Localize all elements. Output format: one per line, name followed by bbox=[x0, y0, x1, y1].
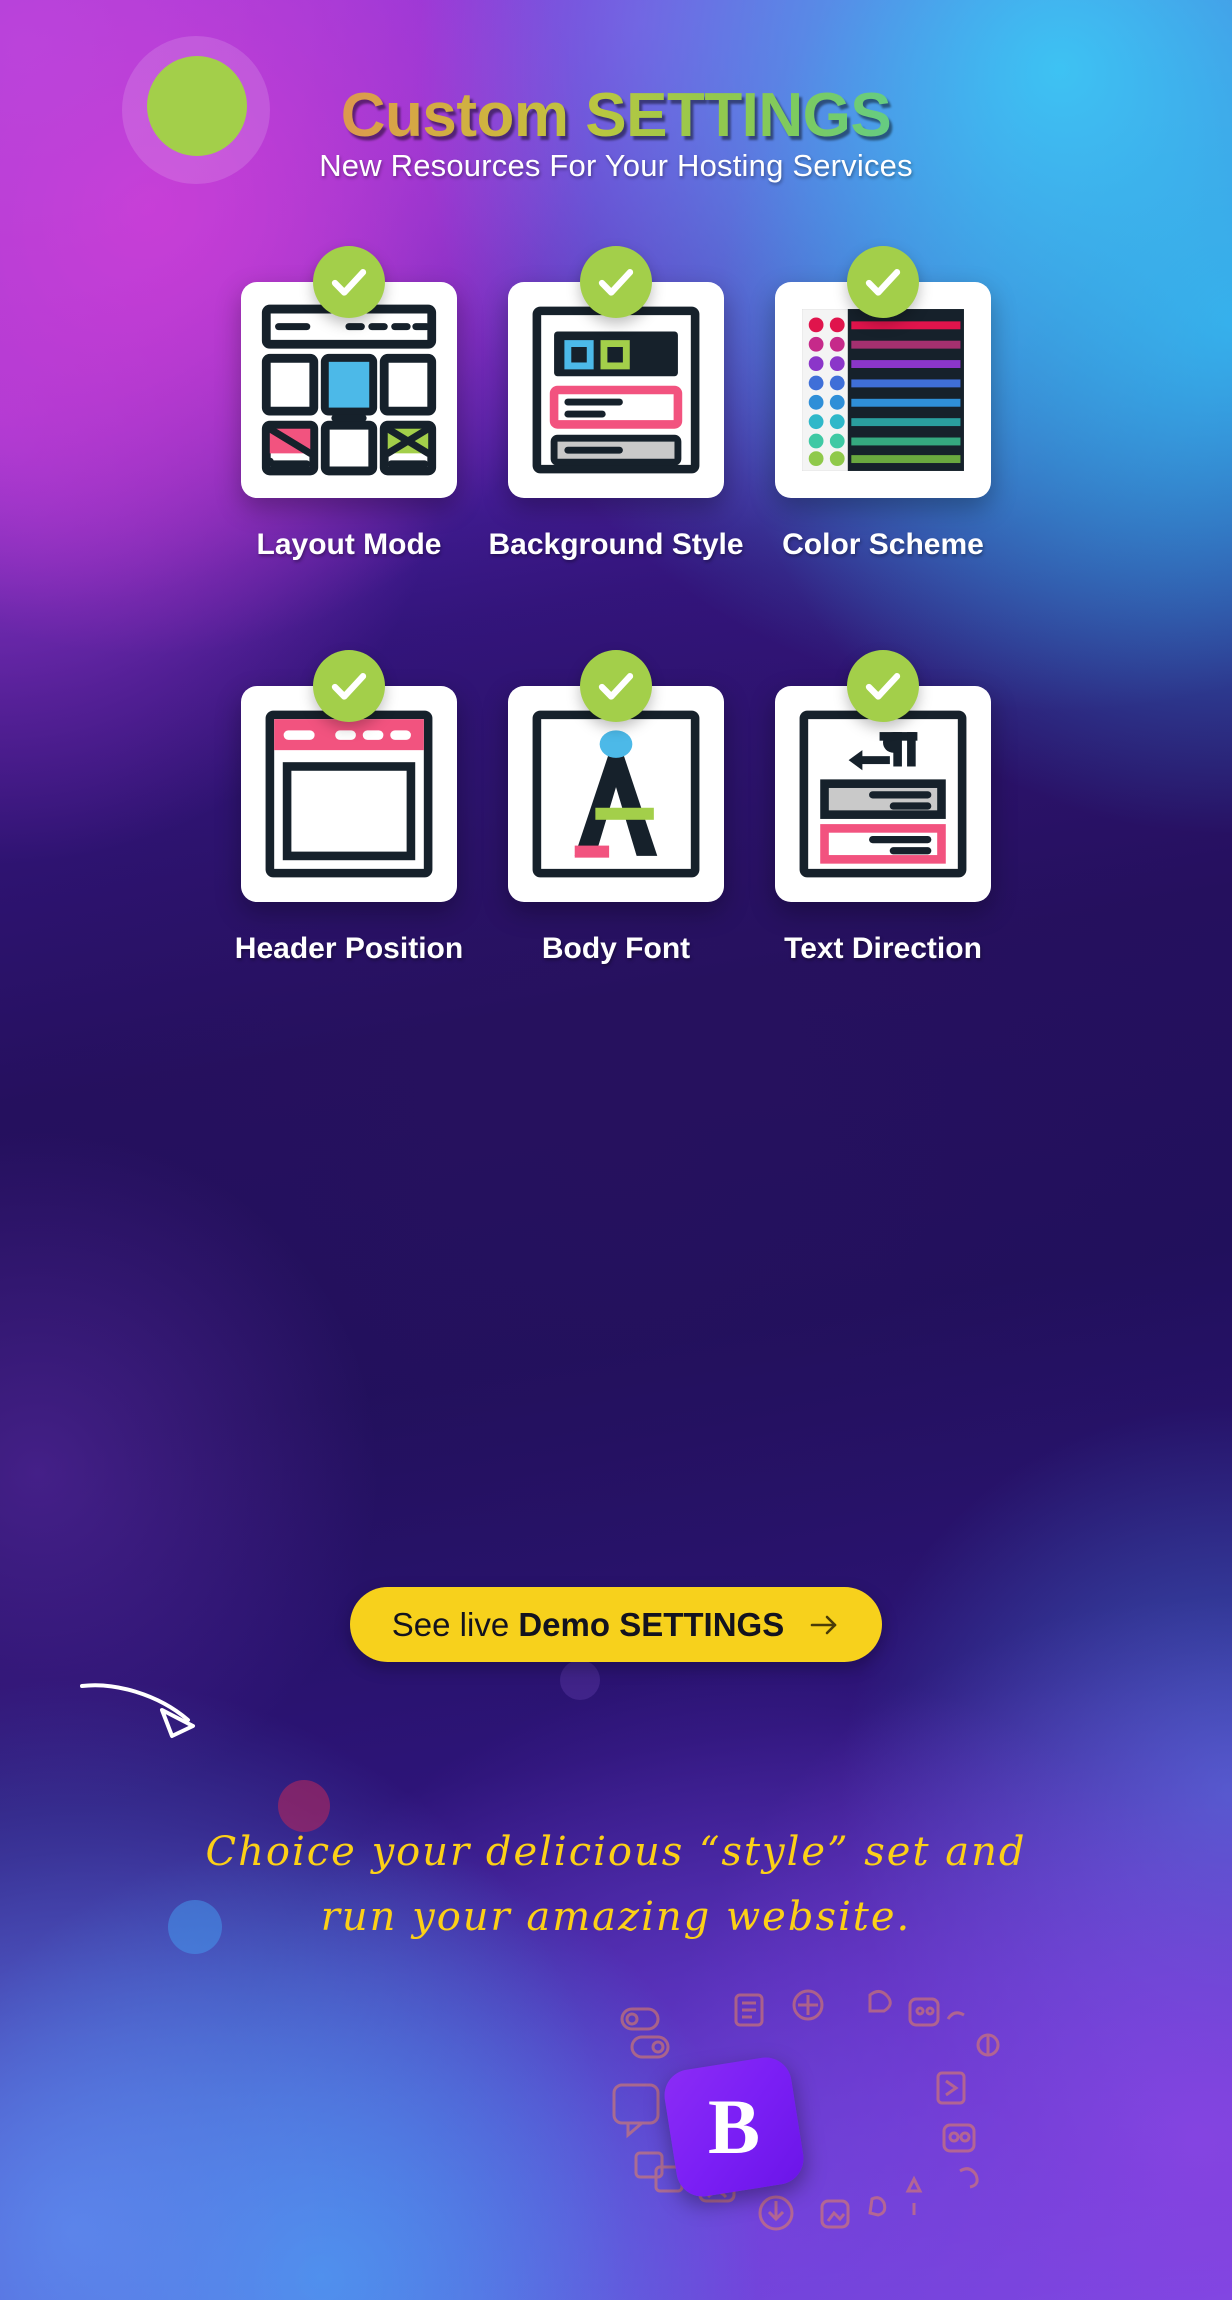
feature-item-color-scheme[interactable]: Color Scheme bbox=[750, 246, 1017, 562]
background-image-icon bbox=[532, 306, 700, 474]
cta-label-bold: Demo SETTINGS bbox=[518, 1605, 785, 1643]
feature-label: Color Scheme bbox=[782, 528, 984, 561]
logo-cluster: B bbox=[608, 1985, 1008, 2285]
curved-arrow-icon bbox=[80, 1683, 195, 1738]
bootstrap-logo: B bbox=[660, 2053, 808, 2201]
header-position-card[interactable] bbox=[241, 650, 457, 902]
logo-letter: B bbox=[707, 2083, 761, 2170]
feature-label: Body Font bbox=[541, 932, 691, 965]
page-title-part1: Custom bbox=[340, 81, 569, 150]
feature-item-body-font[interactable]: Body Font bbox=[483, 650, 750, 966]
feature-label: Background Style bbox=[488, 528, 744, 561]
page-subtitle: New Resources For Your Hosting Services bbox=[319, 148, 913, 183]
feature-item-layout-mode[interactable]: Layout Mode bbox=[216, 246, 483, 562]
handwritten-note: Choice your delicious “style” set and ru… bbox=[0, 1820, 1232, 1950]
cta-container: See live Demo SETTINGS bbox=[0, 1587, 1232, 1662]
check-icon bbox=[598, 673, 634, 700]
handwritten-note-line2: run your amazing website. bbox=[320, 1893, 912, 1940]
check-icon bbox=[331, 673, 367, 700]
check-badge bbox=[847, 246, 919, 318]
feature-row-2: Header Position Body Font Text Direction bbox=[0, 562, 1232, 966]
background-style-card[interactable] bbox=[508, 246, 724, 498]
header-bar-icon bbox=[265, 710, 433, 878]
arrow-right-icon bbox=[810, 1615, 837, 1634]
page-title: Custom SETTINGS bbox=[0, 80, 1232, 151]
page-title-part2: SETTINGS bbox=[585, 81, 892, 150]
feature-row-1: Layout Mode Background Style Color Schem… bbox=[0, 246, 1232, 562]
check-badge bbox=[580, 246, 652, 318]
check-badge bbox=[580, 650, 652, 722]
body-font-card[interactable] bbox=[508, 650, 724, 902]
feature-item-background-style[interactable]: Background Style bbox=[483, 246, 750, 562]
feature-item-text-direction[interactable]: Text Direction bbox=[750, 650, 1017, 966]
feature-label: Text Direction bbox=[784, 932, 982, 965]
check-icon bbox=[331, 269, 367, 296]
cta-label-light: See live bbox=[391, 1605, 519, 1643]
feature-grid: Layout Mode Background Style Color Schem… bbox=[0, 246, 1232, 966]
check-icon bbox=[598, 269, 634, 296]
color-palette-icon bbox=[802, 309, 964, 471]
cta-label: See live Demo SETTINGS bbox=[392, 1606, 784, 1644]
see-live-demo-button[interactable]: See live Demo SETTINGS bbox=[349, 1587, 883, 1662]
layout-mode-card[interactable] bbox=[241, 246, 457, 498]
check-icon bbox=[865, 269, 901, 296]
layout-grid-icon bbox=[261, 304, 437, 476]
color-scheme-card[interactable] bbox=[775, 246, 991, 498]
check-badge bbox=[313, 650, 385, 722]
feature-label: Layout Mode bbox=[256, 528, 442, 561]
handwritten-note-line1: Choice your delicious “style” set and bbox=[205, 1829, 1027, 1875]
check-icon bbox=[865, 673, 901, 700]
check-badge bbox=[847, 650, 919, 722]
text-direction-card[interactable] bbox=[775, 650, 991, 902]
feature-label: Header Position bbox=[234, 932, 464, 965]
typography-a-icon bbox=[532, 710, 700, 878]
text-direction-icon bbox=[799, 710, 967, 878]
decorative-icon-swarm bbox=[612, 1989, 1000, 2231]
check-badge bbox=[313, 246, 385, 318]
feature-item-header-position[interactable]: Header Position bbox=[216, 650, 483, 966]
